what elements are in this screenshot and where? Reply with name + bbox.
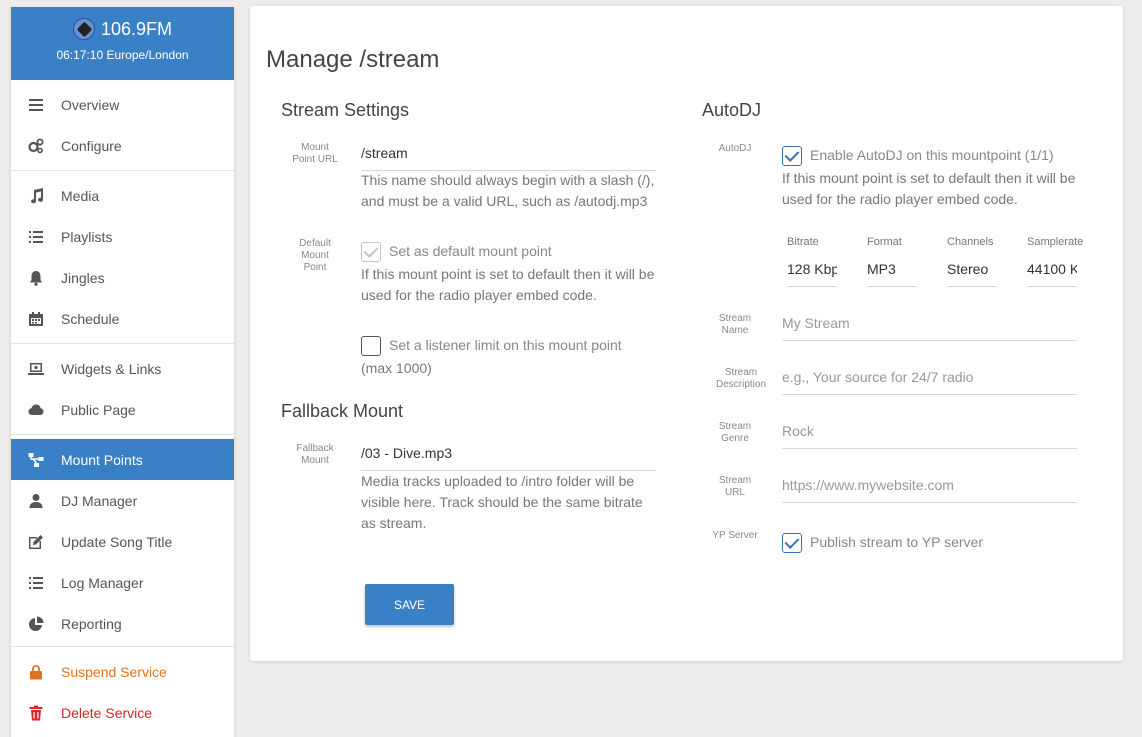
station-clock: 06:17:10 Europe/London	[56, 48, 189, 62]
sidebar-item-label: Overview	[61, 96, 120, 113]
default-mount-checkbox[interactable]	[361, 242, 381, 262]
yp-server-checkbox[interactable]	[782, 533, 802, 553]
gears-icon	[11, 138, 61, 154]
channels-field[interactable]: Stereo	[947, 261, 997, 287]
sidebar-item-mount-points[interactable]: Mount Points	[11, 439, 234, 480]
samplerate-field[interactable]: 44100 K	[1027, 261, 1077, 287]
channels-label: Channels	[947, 236, 994, 248]
page-title: Manage /stream	[266, 46, 440, 73]
lock-icon	[11, 664, 61, 680]
sidebar-item-suspend-service[interactable]: Suspend Service	[11, 651, 234, 692]
mount-point-url-input[interactable]: /stream	[361, 145, 656, 171]
stream-url-label: Stream URL	[718, 475, 752, 498]
stream-settings-heading: Stream Settings	[281, 100, 410, 120]
stream-description-label: Stream Description	[715, 367, 767, 390]
cloud-icon	[11, 402, 61, 418]
edit-icon	[11, 534, 61, 550]
stream-genre-input[interactable]: Rock	[782, 423, 1077, 449]
sidebar-item-label: Schedule	[61, 310, 120, 327]
sidebar-item-label: Public Page	[61, 401, 136, 418]
listener-limit-help: (max 1000)	[361, 360, 432, 376]
stream-url-input[interactable]: https://www.mywebsite.com	[782, 477, 1077, 503]
mount-point-url-help: This name should always begin with a sla…	[361, 172, 655, 209]
sidebar-item-delete-service[interactable]: Delete Service	[11, 692, 234, 733]
monitor-icon	[11, 361, 61, 377]
station-name: 106.9FM	[100, 18, 173, 39]
sidebar-item-label: Playlists	[61, 228, 113, 245]
pie-chart-icon	[11, 616, 61, 632]
calendar-icon	[11, 311, 61, 327]
yp-server-checkbox-label: Publish stream to YP server	[810, 534, 984, 550]
fallback-mount-label: Fallback Mount	[296, 443, 334, 466]
format-label: Format	[867, 236, 902, 248]
sidebar-item-playlists[interactable]: Playlists	[11, 216, 234, 257]
default-mount-checkbox-label: Set as default mount point	[389, 243, 552, 259]
autodj-help: If this mount point is set to default th…	[782, 170, 1076, 207]
sidebar-item-label: Reporting	[61, 615, 122, 632]
sidebar-item-schedule[interactable]: Schedule	[11, 298, 234, 339]
sidebar-item-jingles[interactable]: Jingles	[11, 257, 234, 298]
music-icon	[11, 187, 61, 204]
sidebar-item-public-page[interactable]: Public Page	[11, 389, 234, 430]
yp-server-label: YP Server	[712, 530, 758, 541]
sidebar-item-label: Jingles	[61, 269, 105, 286]
samplerate-label: Samplerate	[1027, 236, 1084, 248]
sidebar-item-label: Log Manager	[61, 574, 144, 591]
sitemap-icon	[11, 452, 61, 468]
default-mount-point-label: Default Mount Point	[299, 238, 331, 273]
autodj-label: AutoDJ	[718, 143, 752, 154]
format-field[interactable]: MP3	[867, 261, 917, 287]
sidebar-item-label: Configure	[61, 137, 122, 154]
bell-icon	[11, 270, 61, 286]
stream-name-input[interactable]: My Stream	[782, 315, 1077, 341]
station-logo-icon	[72, 18, 95, 40]
default-mount-help: If this mount point is set to default th…	[361, 266, 655, 303]
stream-description-input[interactable]: e.g., Your source for 24/7 radio	[782, 369, 1077, 395]
list-icon	[11, 575, 61, 591]
sidebar: 106.9FM 06:17:10 Europe/London Overview …	[11, 7, 234, 737]
autodj-heading: AutoDJ	[702, 100, 762, 120]
sidebar-item-media[interactable]: Media	[11, 175, 234, 216]
listener-limit-checkbox[interactable]	[361, 336, 381, 356]
stream-name-label: Stream Name	[718, 313, 752, 336]
sidebar-item-log-manager[interactable]: Log Manager	[11, 562, 234, 603]
listener-limit-checkbox-label: Set a listener limit on this mount point	[389, 337, 622, 353]
sidebar-item-update-song-title[interactable]: Update Song Title	[11, 521, 234, 562]
sidebar-item-widgets[interactable]: Widgets & Links	[11, 348, 234, 389]
user-icon	[11, 493, 61, 509]
sidebar-item-label: Suspend Service	[61, 663, 167, 680]
sidebar-item-overview[interactable]: Overview	[11, 84, 234, 125]
sidebar-item-label: Widgets & Links	[61, 360, 162, 377]
save-button[interactable]: SAVE	[365, 584, 454, 625]
bitrate-label: Bitrate	[787, 236, 819, 248]
sidebar-item-label: Media	[61, 187, 100, 204]
sidebar-item-reporting[interactable]: Reporting	[11, 603, 234, 644]
sidebar-item-label: Mount Points	[61, 451, 143, 468]
fallback-mount-heading: Fallback Mount	[281, 401, 404, 421]
sidebar-item-label: Delete Service	[61, 704, 153, 721]
list-icon	[11, 229, 61, 245]
station-header: 106.9FM 06:17:10 Europe/London	[11, 7, 234, 80]
enable-autodj-checkbox[interactable]	[782, 146, 802, 166]
sidebar-item-configure[interactable]: Configure	[11, 125, 234, 166]
trash-icon	[11, 705, 61, 721]
mount-settings-card: Manage /stream Stream Settings Mount Poi…	[250, 6, 1123, 661]
mount-point-url-label: Mount Point URL	[292, 142, 338, 165]
fallback-mount-help: Media tracks uploaded to /intro folder w…	[361, 473, 643, 531]
fallback-mount-select[interactable]: /03 - Dive.mp3	[361, 445, 656, 471]
enable-autodj-checkbox-label: Enable AutoDJ on this mountpoint (1/1)	[810, 147, 1054, 163]
sidebar-item-label: DJ Manager	[61, 492, 138, 509]
bitrate-field[interactable]: 128 Kbp	[787, 261, 837, 287]
stream-genre-label: Stream Genre	[718, 421, 752, 444]
sidebar-item-dj-manager[interactable]: DJ Manager	[11, 480, 234, 521]
list-icon	[11, 97, 61, 113]
sidebar-item-label: Update Song Title	[61, 533, 173, 550]
